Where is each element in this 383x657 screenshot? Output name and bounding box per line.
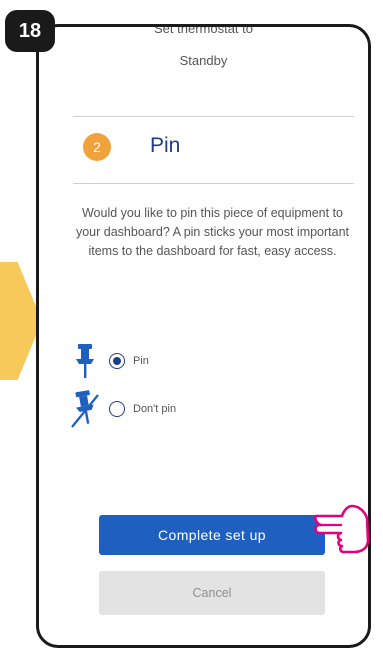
option-dont-pin-label: Don't pin [133, 403, 177, 415]
step-number-badge: 18 [5, 10, 55, 52]
pin-icon [67, 341, 103, 381]
option-pin-label: Pin [133, 355, 149, 367]
complete-setup-button[interactable]: Complete set up [99, 515, 325, 555]
divider [73, 183, 354, 184]
radio-dont-pin[interactable] [109, 401, 125, 417]
divider [73, 116, 354, 117]
radio-pin[interactable] [109, 353, 125, 369]
previous-section-text-cut: Set thermostat to [154, 24, 253, 36]
previous-section-text: Standby [179, 53, 228, 68]
radio-selected-dot [113, 357, 121, 365]
section-number-badge: 2 [83, 133, 111, 161]
pointing-hand-icon [312, 500, 372, 556]
cancel-button[interactable]: Cancel [99, 571, 325, 615]
section-title: Pin [150, 134, 181, 157]
option-dont-pin[interactable]: Don't pin [67, 389, 176, 429]
option-pin[interactable]: Pin [67, 341, 149, 381]
pin-off-icon [67, 389, 103, 429]
pin-description: Would you like to pin this piece of equi… [75, 206, 350, 258]
